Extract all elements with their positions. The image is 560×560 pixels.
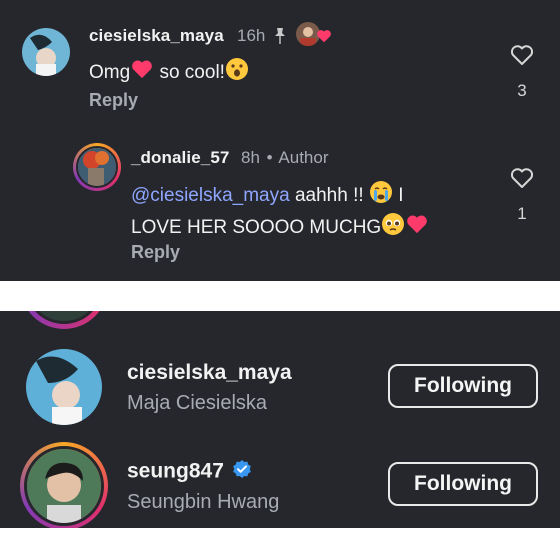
like-count: 3: [517, 81, 527, 100]
heart-emoji: [405, 214, 429, 242]
pleading-face-emoji: [381, 212, 405, 244]
account-full-name: Seungbin Hwang: [127, 491, 280, 513]
pin-icon: [272, 27, 288, 50]
like-button[interactable]: 1: [508, 167, 536, 224]
following-button[interactable]: Following: [388, 462, 538, 506]
heart-icon: [316, 29, 332, 48]
comment-time: 16h: [237, 26, 266, 45]
comment-text-part: so cool!: [154, 62, 225, 84]
account-avatar[interactable]: [26, 349, 102, 425]
reply-text-part: I: [392, 185, 404, 207]
separator-dot: •: [266, 148, 273, 167]
screenshot-divider: [0, 281, 560, 311]
author-badge: Author: [278, 148, 329, 167]
verified-badge-icon: [232, 459, 252, 485]
reply-button[interactable]: Reply: [89, 90, 138, 111]
reply-button[interactable]: Reply: [131, 242, 180, 263]
comment-thread: ciesielska_maya 16h Omg so cool! Reply 3…: [0, 0, 560, 281]
commenter-avatar[interactable]: [22, 28, 70, 76]
like-button[interactable]: 3: [508, 44, 536, 101]
reply-username[interactable]: _donalie_57: [131, 148, 229, 168]
reply-time: 8h • Author: [241, 148, 329, 168]
screenshot-bottom-margin: [0, 528, 560, 560]
account-username[interactable]: ciesielska_maya: [127, 361, 292, 385]
heart-outline-icon[interactable]: [510, 45, 534, 70]
astonished-face-emoji: [225, 57, 249, 89]
account-avatar[interactable]: [24, 446, 104, 526]
mention-link[interactable]: @ciesielska_maya: [131, 185, 290, 206]
comment-text-part: Omg: [89, 62, 131, 84]
account-full-name: Maja Ciesielska: [127, 392, 268, 414]
account-username[interactable]: seung847: [127, 459, 252, 485]
reply-text-part: aahhh !!: [289, 185, 364, 207]
reply-avatar[interactable]: [76, 146, 118, 188]
account-username-text[interactable]: seung847: [127, 460, 224, 483]
comment-username[interactable]: ciesielska_maya: [89, 26, 224, 46]
reply-time-value: 8h: [241, 148, 260, 167]
following-button[interactable]: Following: [388, 364, 538, 408]
comment-text: Omg so cool!: [89, 57, 249, 89]
account-list: ciesielska_maya Maja Ciesielska Followin…: [0, 311, 560, 528]
like-count: 1: [517, 204, 527, 223]
reply-text: @ciesielska_maya aahhh !! I LOVE HER SOO…: [131, 180, 471, 244]
reply-text-part: LOVE HER SOOOO MUCHG: [131, 217, 382, 239]
heart-outline-icon[interactable]: [510, 168, 534, 193]
heart-emoji: [130, 59, 154, 87]
crying-face-emoji: [369, 180, 393, 212]
